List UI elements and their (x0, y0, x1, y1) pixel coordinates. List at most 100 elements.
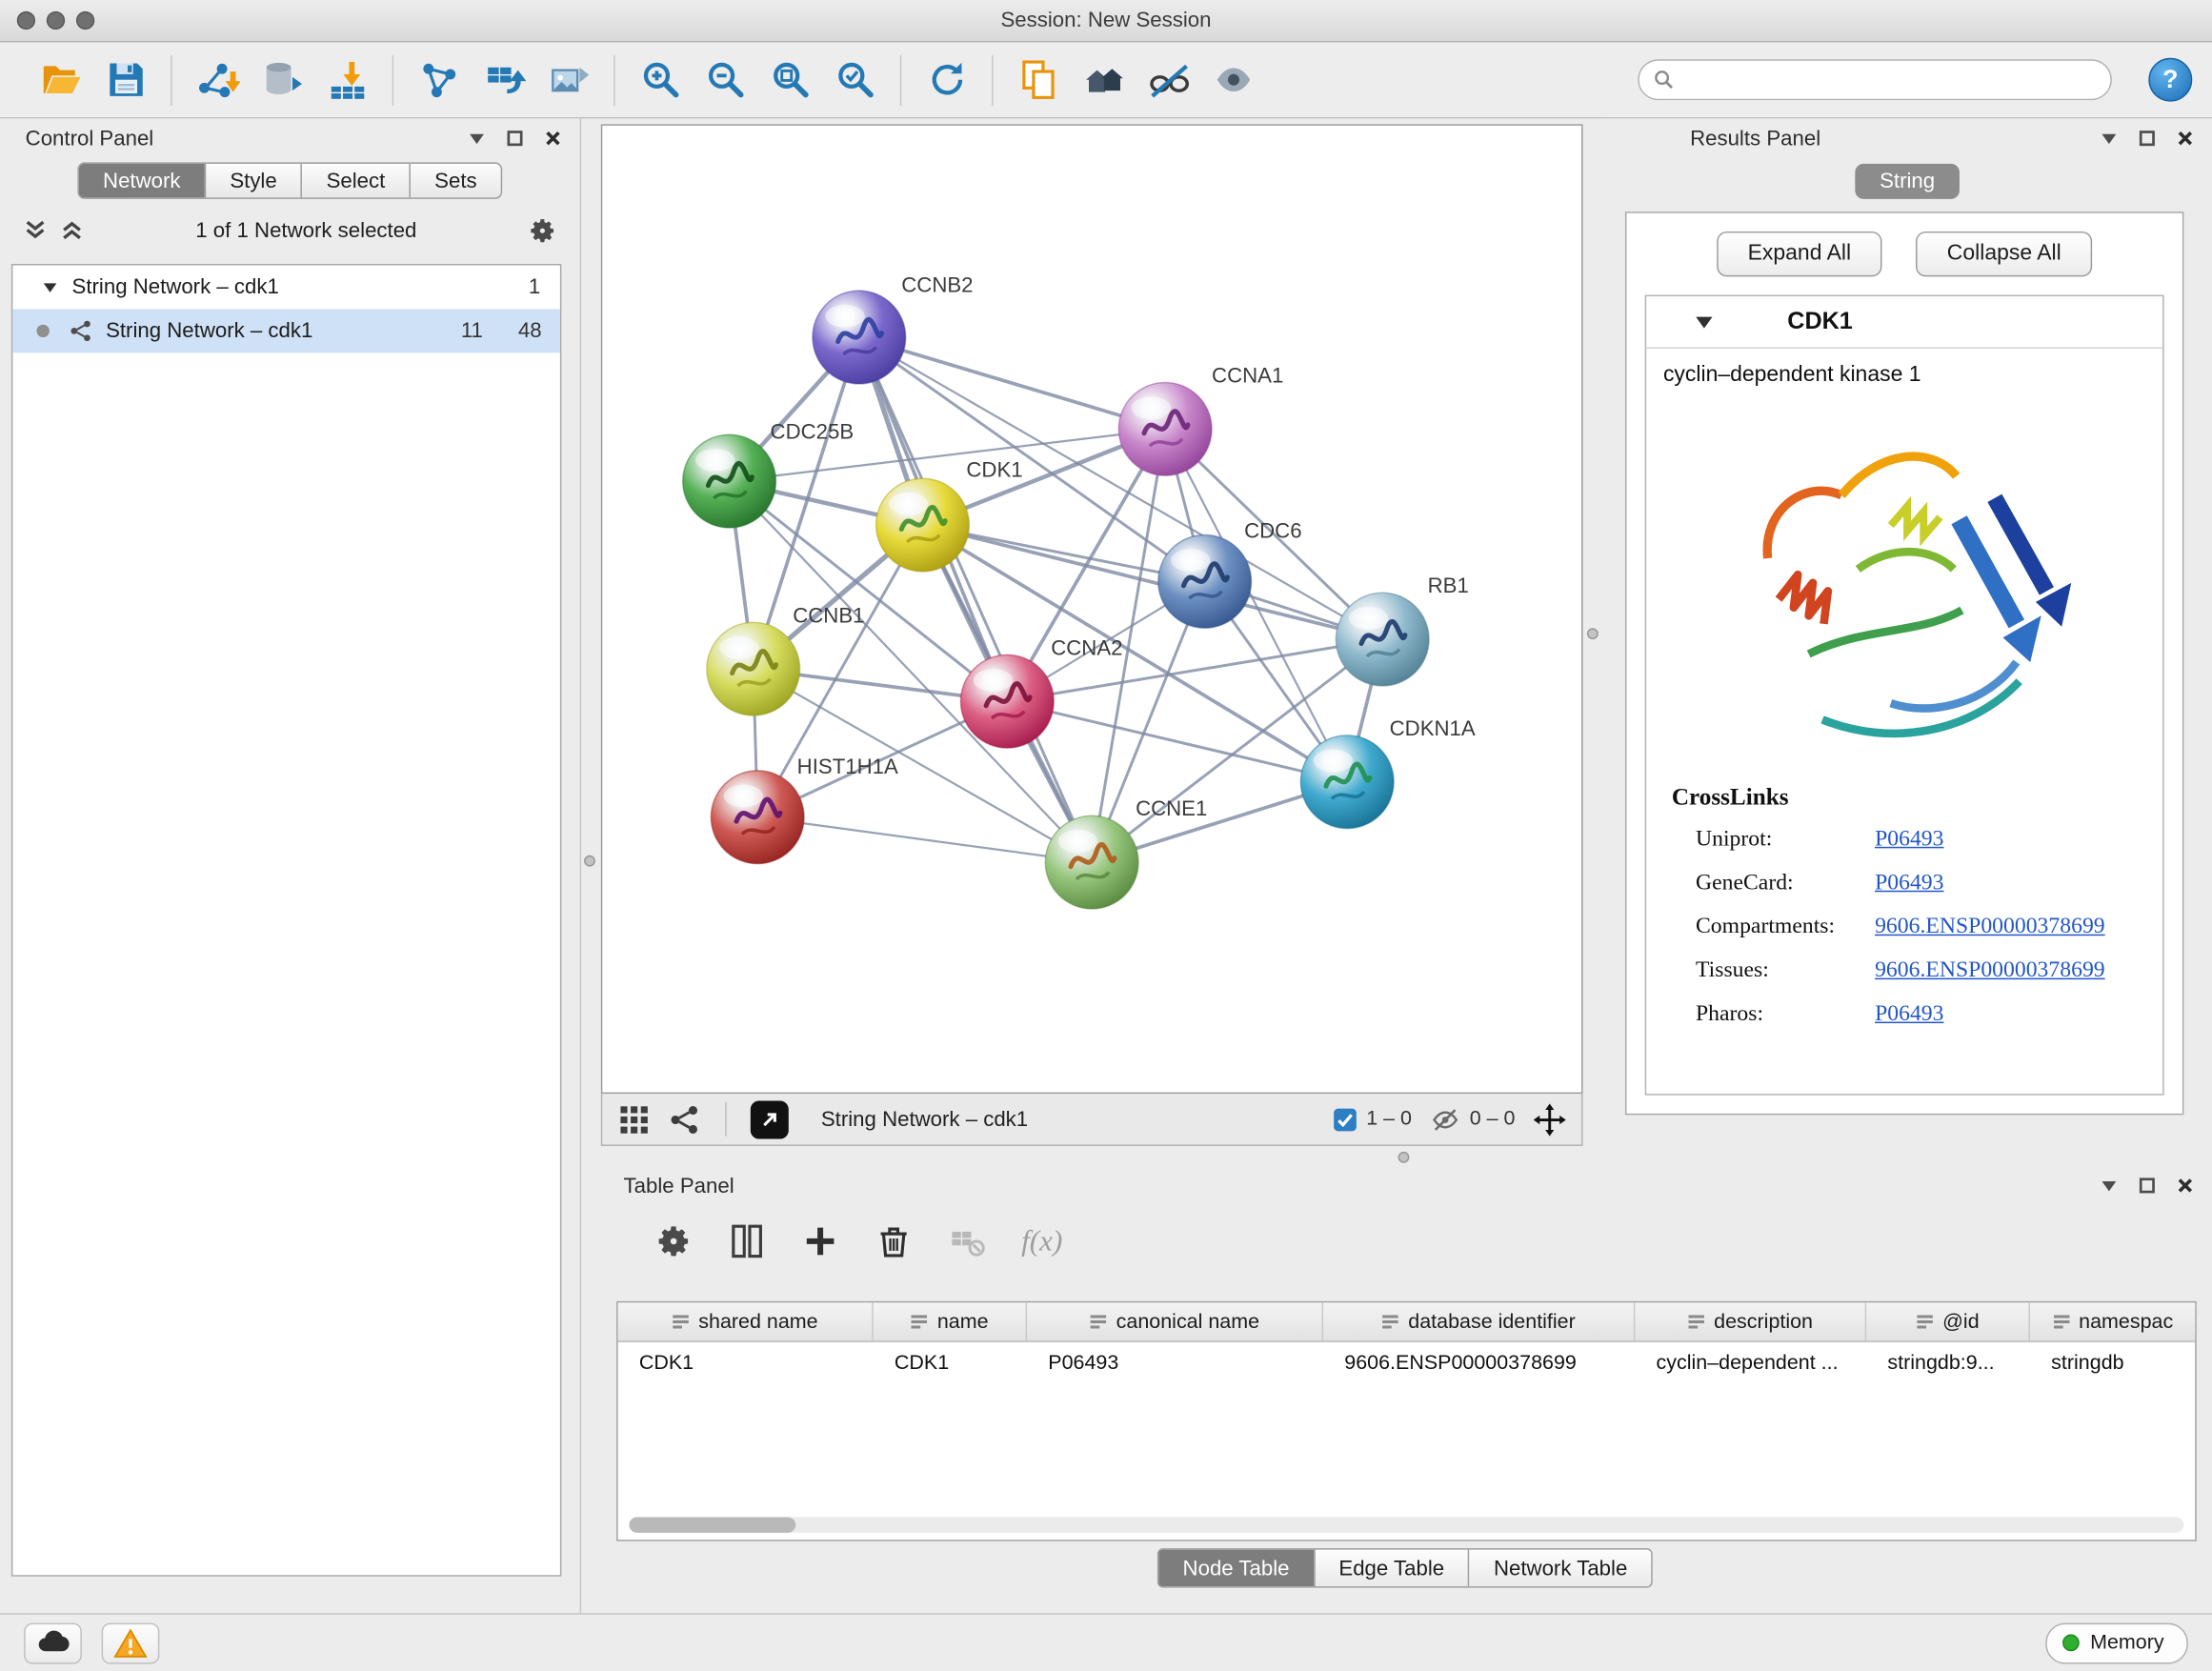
network-node-HIST1H1A[interactable] (711, 771, 804, 864)
save-session-icon[interactable] (93, 49, 158, 111)
zoom-in-icon[interactable] (628, 49, 693, 111)
section-collapse-icon[interactable] (1695, 312, 1715, 332)
column-header-canonical-name[interactable]: canonical name (1027, 1302, 1323, 1340)
network-edge-CDK1-RB1[interactable] (922, 525, 1382, 639)
cloud-status-button[interactable] (24, 1622, 82, 1663)
copy-document-icon[interactable] (1006, 49, 1071, 111)
search-input[interactable] (1683, 61, 2111, 99)
table-options-gear-icon[interactable] (654, 1221, 693, 1259)
import-network-database-icon[interactable] (250, 49, 314, 111)
cell-shared-name[interactable]: CDK1 (618, 1351, 874, 1374)
import-table-icon[interactable] (314, 49, 379, 111)
cell-description[interactable]: cyclin–dependent ... (1635, 1351, 1866, 1374)
expand-all-icon[interactable] (59, 217, 85, 243)
export-network-icon[interactable] (472, 49, 536, 111)
network-tools-icon[interactable] (406, 49, 471, 111)
detach-view-button[interactable] (751, 1100, 789, 1138)
horizontal-splitter-handle[interactable] (1398, 1152, 1410, 1163)
panel-close-icon[interactable] (2175, 129, 2195, 149)
pan-crosshair-icon[interactable] (1534, 1103, 1566, 1136)
zoom-window-button[interactable] (76, 11, 94, 30)
column-header-shared-name[interactable]: shared name (618, 1302, 874, 1340)
tree-expand-icon[interactable] (42, 279, 57, 294)
show-columns-icon[interactable] (728, 1221, 766, 1259)
grid-view-icon[interactable] (618, 1103, 651, 1136)
right-splitter-handle[interactable] (1587, 628, 1599, 639)
network-node-CDKN1A[interactable] (1300, 735, 1394, 829)
export-image-icon[interactable] (536, 49, 601, 111)
hidden-eye-icon[interactable] (1430, 1104, 1459, 1134)
network-node-CCNE1[interactable] (1045, 815, 1138, 909)
crosslink-pharos[interactable]: P06493 (1875, 1001, 1943, 1027)
node-result-header[interactable]: CDK1 (1646, 296, 2162, 349)
column-header-namespace[interactable]: namespac (2030, 1302, 2195, 1340)
panel-maximize-icon[interactable] (2138, 1176, 2158, 1196)
collapse-all-icon[interactable] (23, 217, 49, 243)
panel-float-icon[interactable] (2100, 1176, 2120, 1196)
tab-node-table[interactable]: Node Table (1158, 1550, 1313, 1587)
network-view-icon[interactable] (669, 1103, 701, 1136)
network-options-gear-icon[interactable] (528, 215, 557, 245)
add-column-icon[interactable] (801, 1221, 839, 1259)
column-header-description[interactable]: description (1635, 1302, 1866, 1340)
memory-button[interactable]: Memory (2045, 1622, 2188, 1663)
network-edge-CCNB2-CCNA1[interactable] (859, 337, 1165, 429)
minimize-window-button[interactable] (47, 11, 65, 30)
tab-edge-table[interactable]: Edge Table (1314, 1550, 1469, 1587)
left-splitter-handle[interactable] (584, 856, 595, 867)
home-networks-icon[interactable] (1071, 49, 1136, 111)
tab-style[interactable]: Style (205, 164, 301, 198)
panel-close-icon[interactable] (543, 129, 563, 149)
zoom-selected-icon[interactable] (822, 49, 887, 111)
selected-checkbox-icon[interactable] (1333, 1107, 1357, 1131)
network-node-CCNA1[interactable] (1118, 382, 1212, 475)
open-file-icon[interactable] (29, 49, 93, 111)
network-node-CDC25B[interactable] (683, 434, 776, 528)
panel-close-icon[interactable] (2175, 1176, 2195, 1196)
tab-network[interactable]: Network (79, 164, 205, 198)
hide-selected-icon[interactable] (1136, 49, 1200, 111)
column-header-database-identifier[interactable]: database identifier (1323, 1302, 1635, 1340)
network-row-selected[interactable]: String Network – cdk1 11 48 (12, 309, 560, 352)
network-edge-CCNB2-CCNE1[interactable] (859, 337, 1092, 862)
show-all-icon[interactable] (1200, 49, 1265, 111)
crosslink-genecard[interactable]: P06493 (1875, 870, 1943, 896)
network-node-CDK1[interactable] (876, 478, 970, 572)
help-button[interactable]: ? (2148, 58, 2192, 102)
cell-canonical-name[interactable]: P06493 (1027, 1351, 1323, 1374)
panel-float-icon[interactable] (2100, 129, 2120, 149)
column-header-name[interactable]: name (874, 1302, 1027, 1340)
close-window-button[interactable] (17, 11, 35, 30)
network-edge-CCNA2-CDKN1A[interactable] (1007, 701, 1347, 781)
tab-network-table[interactable]: Network Table (1468, 1550, 1651, 1587)
tab-sets[interactable]: Sets (409, 164, 500, 198)
network-edge-HIST1H1A-CCNE1[interactable] (757, 817, 1092, 862)
panel-float-icon[interactable] (467, 129, 487, 149)
zoom-out-icon[interactable] (693, 49, 757, 111)
tab-string[interactable]: String (1856, 164, 1959, 199)
scrollbar-thumb[interactable] (629, 1518, 795, 1533)
table-row[interactable]: CDK1 CDK1 P06493 9606.ENSP00000378699 cy… (618, 1342, 2196, 1383)
import-network-file-icon[interactable] (185, 49, 250, 111)
network-collection-row[interactable]: String Network – cdk1 1 (12, 266, 560, 310)
zoom-fit-icon[interactable] (757, 49, 822, 111)
network-node-CDC6[interactable] (1158, 534, 1252, 628)
delete-column-icon[interactable] (875, 1221, 913, 1259)
network-canvas[interactable]: CCNB2CCNA1CDC25BCDK1CDC6RB1CCNB1CCNA2CDK… (601, 124, 1583, 1094)
cell-namespace[interactable]: stringdb (2030, 1351, 2195, 1374)
cell-database-identifier[interactable]: 9606.ENSP00000378699 (1323, 1351, 1635, 1374)
crosslink-uniprot[interactable]: P06493 (1875, 826, 1943, 852)
panel-maximize-icon[interactable] (2138, 129, 2158, 149)
tab-select[interactable]: Select (301, 164, 410, 198)
expand-all-button[interactable]: Expand All (1717, 232, 1882, 276)
cell-name[interactable]: CDK1 (874, 1351, 1027, 1374)
apply-function-icon[interactable]: f(x) (1021, 1223, 1062, 1258)
refresh-view-icon[interactable] (915, 49, 979, 111)
collapse-all-button[interactable]: Collapse All (1916, 232, 2092, 276)
column-header-id[interactable]: @id (1866, 1302, 2030, 1340)
panel-maximize-icon[interactable] (505, 129, 525, 149)
table-horizontal-scrollbar[interactable] (629, 1518, 2183, 1533)
network-node-CCNB1[interactable] (707, 622, 800, 715)
network-node-RB1[interactable] (1336, 593, 1429, 686)
cell-id[interactable]: stringdb:9... (1866, 1351, 2030, 1374)
